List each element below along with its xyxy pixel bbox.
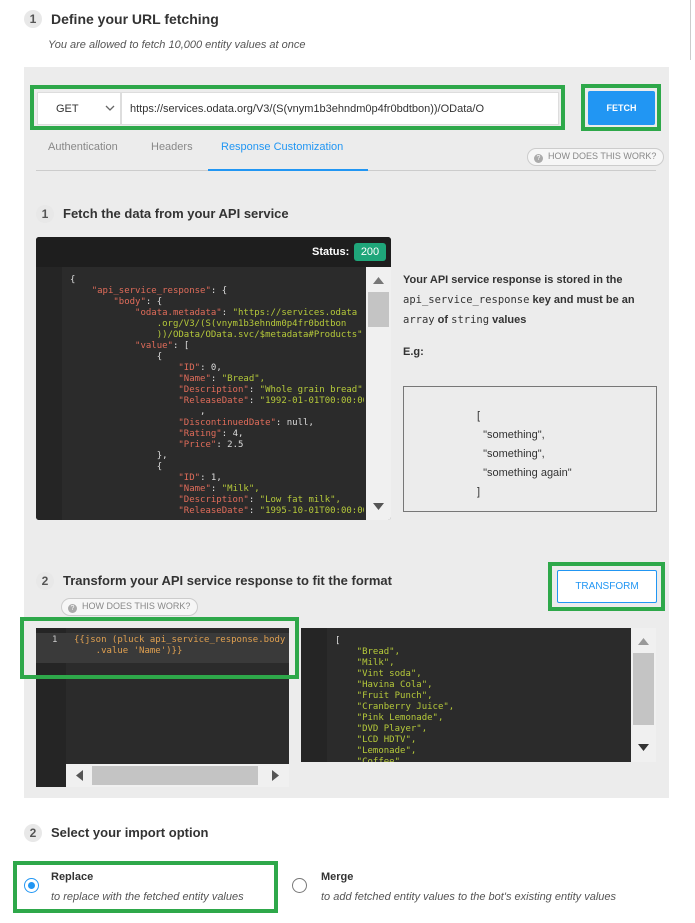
example-line: [ <box>477 410 481 422</box>
response-viewer: Status: 200 { "api_service_response": { … <box>36 237 391 520</box>
active-tab-indicator <box>208 169 368 171</box>
scrollbar-thumb[interactable] <box>92 766 258 785</box>
scroll-down-icon[interactable] <box>638 744 649 751</box>
merge-label[interactable]: Merge <box>321 871 353 883</box>
example-box: [ "something", "something", "something a… <box>403 386 657 512</box>
tab-headers[interactable]: Headers <box>151 141 193 153</box>
code-line: , <box>70 517 364 520</box>
step-number: 2 <box>24 824 42 842</box>
scrollbar[interactable] <box>631 628 656 762</box>
example-label: E.g: <box>403 346 424 358</box>
example-line: ] <box>477 486 481 498</box>
section-title: Select your import option <box>51 825 209 840</box>
section-subtitle: You are allowed to fetch 10,000 entity v… <box>48 39 306 51</box>
example-line: "something", <box>477 448 545 460</box>
code-line: "ID": 0, <box>178 363 222 373</box>
step-number: 1 <box>24 10 42 28</box>
code-line: "ID": 1, <box>178 473 222 483</box>
output-line: [ <box>335 636 341 646</box>
code-line: "Description": "Whole grain bread", <box>178 385 364 395</box>
highlight-box <box>13 861 278 913</box>
output-line: "Lemonade", <box>335 746 417 756</box>
scrollbar-thumb[interactable] <box>633 653 654 725</box>
code-line: ))/OData/OData.svc/$metadata#Products", <box>70 330 364 340</box>
how-does-this-work-link[interactable]: ? HOW DOES THIS WORK? <box>527 148 665 166</box>
merge-description: to add fetched entity values to the bot'… <box>321 891 617 903</box>
how-does-this-work-link[interactable]: ? HOW DOES THIS WORK? <box>61 598 199 616</box>
example-line: "something again" <box>477 467 572 479</box>
code-line: "Price": 2.5 <box>178 440 244 450</box>
output-viewer: [ "Bread", "Milk", "Vint soda", "Havina … <box>301 628 656 762</box>
code-line: "ReleaseDate": "1995-10-01T00:00:00" <box>178 506 364 516</box>
output-line: "Coffee" <box>335 757 401 762</box>
step-number: 2 <box>36 572 54 590</box>
fold-markers <box>48 287 56 507</box>
section-title: Fetch the data from your API service <box>63 206 289 221</box>
code-line: "Name": "Bread", <box>178 374 266 384</box>
output-line: "Cranberry Juice", <box>335 702 455 712</box>
output-line: "Milk", <box>335 658 395 668</box>
code-line: , <box>70 407 206 417</box>
status-badge: 200 <box>354 243 386 261</box>
output-line: "Pink Lemonade", <box>335 713 444 723</box>
info-text: Your API service response is stored in t… <box>403 274 635 326</box>
highlight-box <box>30 85 565 130</box>
code-line: "ReleaseDate": "1992-01-01T00:00:00" <box>178 396 364 406</box>
scroll-down-icon[interactable] <box>373 503 384 510</box>
code-line: }, <box>70 451 168 461</box>
code-line: "body": { <box>113 297 163 307</box>
scroll-left-icon[interactable] <box>76 770 83 781</box>
tab-response-customization[interactable]: Response Customization <box>221 141 343 153</box>
section-title: Define your URL fetching <box>51 11 219 27</box>
example-text: [ "something", "something", "something a… <box>477 407 572 502</box>
scroll-up-icon[interactable] <box>638 638 649 645</box>
code-gutter <box>301 628 327 762</box>
horizontal-scrollbar[interactable] <box>66 764 289 787</box>
highlight-box <box>20 617 299 679</box>
highlight-box <box>581 84 661 131</box>
scrollbar-thumb[interactable] <box>368 292 389 327</box>
output-line: "Fruit Punch", <box>335 691 433 701</box>
code-line: "api_service_response": { <box>91 286 228 296</box>
code-line: "value": [ <box>135 341 190 351</box>
output-line: "Havina Cola", <box>335 680 433 690</box>
code-line: .org/V3/(S(vnym1b3ehndm0p4fr0bdtbon <box>70 319 347 329</box>
response-code: { "api_service_response": { "body": { "o… <box>70 275 364 520</box>
output-code: [ "Bread", "Milk", "Vint soda", "Havina … <box>335 636 454 762</box>
output-line: "DVD Player", <box>335 724 428 734</box>
status-label: Status: <box>312 246 350 258</box>
scroll-right-icon[interactable] <box>272 770 279 781</box>
output-line: "Bread", <box>335 647 401 657</box>
question-icon: ? <box>68 604 77 613</box>
step-number: 1 <box>36 205 54 223</box>
code-line: "Rating": 4, <box>178 429 244 439</box>
scroll-up-icon[interactable] <box>373 277 384 284</box>
code-line: "Description": "Low fat milk", <box>178 495 341 505</box>
example-line: "something", <box>477 429 545 441</box>
section-title: Transform your API service response to f… <box>63 573 392 588</box>
output-line: "LCD HDTV", <box>335 735 417 745</box>
output-line: "Vint soda", <box>335 669 422 679</box>
question-icon: ? <box>534 154 543 163</box>
code-line: { <box>70 275 76 285</box>
merge-radio[interactable] <box>292 878 307 893</box>
code-line: { <box>70 352 163 362</box>
tab-authentication[interactable]: Authentication <box>48 141 118 153</box>
code-line: "Name": "Milk", <box>178 484 260 494</box>
code-line: "odata.metadata": "https://services.odat… <box>135 308 358 318</box>
scrollbar[interactable] <box>366 267 391 520</box>
code-line: "DiscontinuedDate": null, <box>178 418 314 428</box>
highlight-box <box>548 562 665 611</box>
scroll-divider <box>690 0 691 60</box>
code-line: { <box>70 462 163 472</box>
